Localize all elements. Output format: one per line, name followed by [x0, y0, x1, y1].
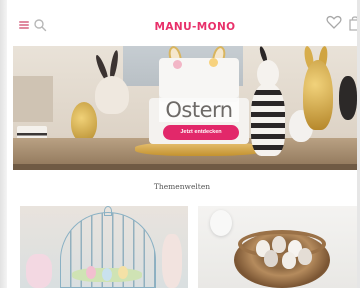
hero-title: Ostern	[165, 98, 233, 122]
white-egg	[210, 210, 232, 236]
brand-logo[interactable]: MANU-MONO	[147, 20, 243, 34]
gold-bunny-large	[303, 60, 333, 130]
pink-decor	[26, 254, 52, 288]
bunny-figure	[95, 76, 129, 114]
hero-table-edge	[13, 164, 357, 170]
nest-egg	[298, 248, 312, 265]
hamburger-menu-icon[interactable]	[19, 21, 29, 29]
cake-stand	[135, 142, 265, 156]
hero-cta-button[interactable]: Jetzt entdecken	[163, 125, 239, 140]
theme-tile-nest[interactable]	[198, 206, 357, 288]
cage-egg	[86, 266, 96, 279]
cage-egg	[118, 266, 128, 279]
search-icon[interactable]	[33, 18, 47, 32]
nest-egg	[264, 250, 278, 267]
striped-vase	[251, 84, 285, 156]
mobile-page: MANU-MONO Ostern Jetzt entdecken Themenw…	[7, 0, 357, 288]
cake-flower	[209, 58, 218, 67]
gold-bunny-figure	[71, 102, 97, 142]
cake-flower	[173, 60, 182, 69]
bunny-decor	[162, 234, 182, 288]
black-bunny-figure	[339, 76, 357, 120]
cage-egg	[102, 268, 112, 281]
site-header: MANU-MONO	[7, 0, 357, 46]
theme-tile-birdcage[interactable]	[20, 206, 188, 288]
section-title: Themenwelten	[153, 182, 211, 191]
hero-shelf	[13, 76, 53, 122]
hero-banner[interactable]: Ostern Jetzt entdecken	[13, 46, 357, 170]
nest-egg	[282, 252, 296, 269]
window-edge-left	[0, 0, 7, 288]
shopping-bag-icon[interactable]	[348, 15, 357, 31]
heart-icon[interactable]	[326, 15, 342, 29]
